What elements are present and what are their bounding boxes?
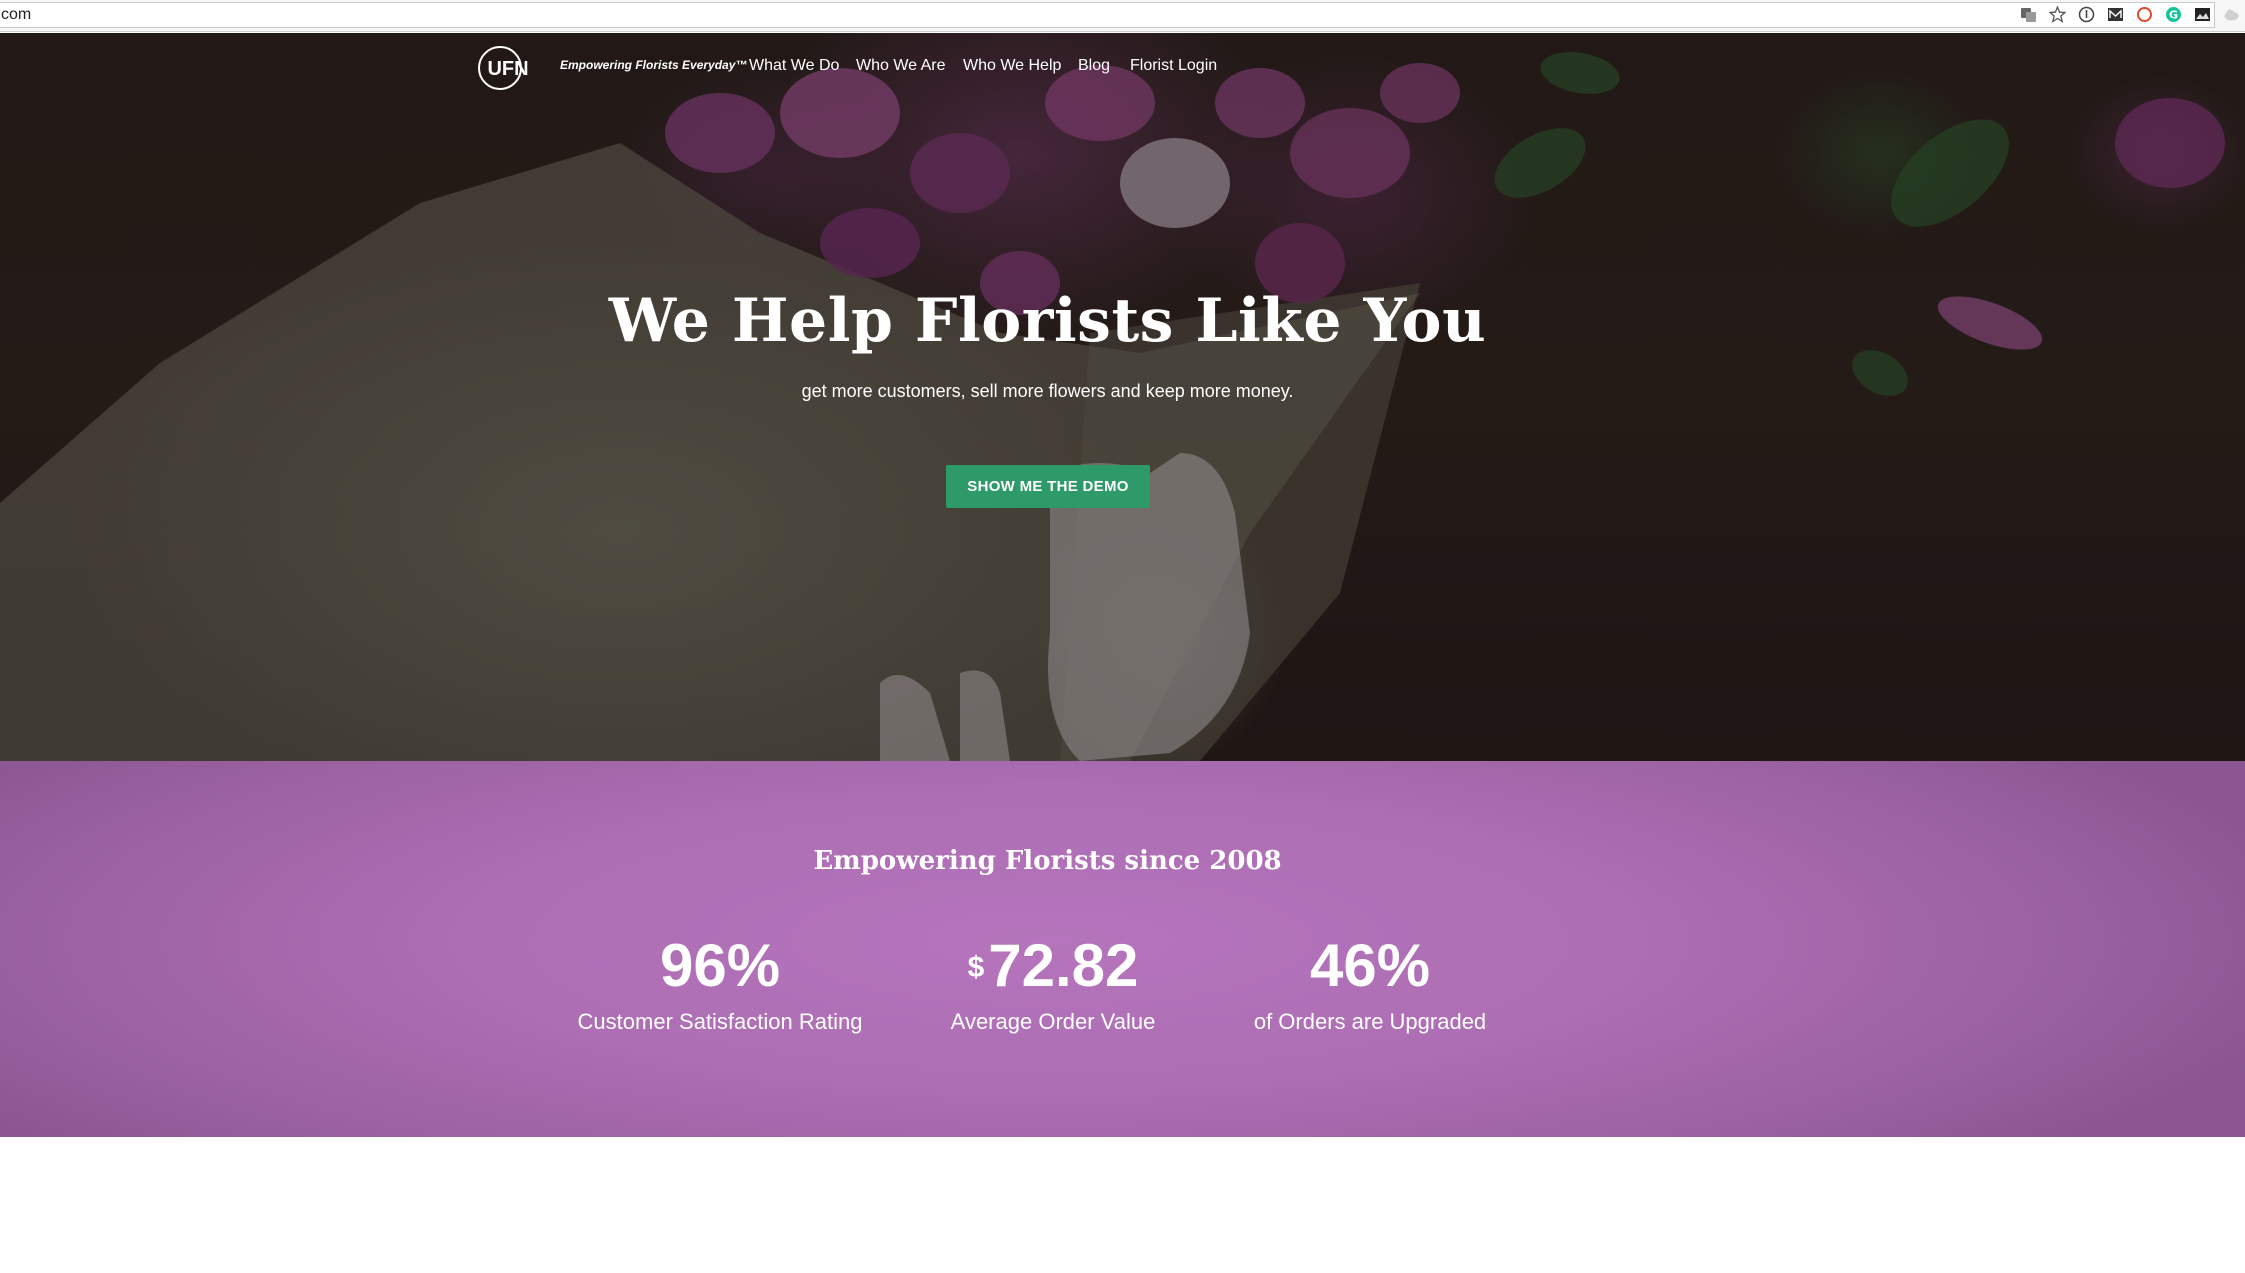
nav-link-who-we-help[interactable]: Who We Help <box>963 57 1061 75</box>
stat-satisfaction: 96% Customer Satisfaction Rating <box>540 931 900 1035</box>
stats-heading: Empowering Florists since 2008 <box>813 846 1282 876</box>
currency-symbol: $ <box>967 951 985 984</box>
browser-toolbar: com G <box>0 0 2245 32</box>
stat-upgraded-orders: 46% of Orders are Upgraded <box>1190 931 1550 1035</box>
stat-label: Average Order Value <box>950 1009 1156 1034</box>
hero-section: UFN Empowering Florists Everyday™ What W… <box>0 33 2245 761</box>
address-bar[interactable]: com <box>0 2 2215 28</box>
svg-text:UFN: UFN <box>487 58 528 80</box>
show-demo-button[interactable]: SHOW ME THE DEMO <box>946 465 1150 508</box>
mail-extension-icon[interactable] <box>2107 6 2124 23</box>
ufn-logo-mark: UFN <box>478 46 529 90</box>
cloud-extension-icon[interactable] <box>2223 6 2240 23</box>
page-blank-area <box>0 1137 2245 1273</box>
browser-extension-icons: G <box>2020 5 2245 23</box>
stat-label: Customer Satisfaction Rating <box>577 1009 863 1034</box>
nav-link-blog[interactable]: Blog <box>1078 57 1110 75</box>
hero-title: We Help Florists Like You <box>608 286 1487 356</box>
nav-link-florist-login[interactable]: Florist Login <box>1130 57 1217 75</box>
svg-text:G: G <box>2169 9 2178 22</box>
main-nav: UFN Empowering Florists Everyday™ What W… <box>0 33 2245 103</box>
stat-number: 46% <box>1309 932 1431 999</box>
stat-number: 96% <box>659 932 781 999</box>
nav-link-what-we-do[interactable]: What We Do <box>749 57 839 75</box>
opera-extension-icon[interactable] <box>2136 6 2153 23</box>
stat-value: 46% <box>1190 931 1550 1001</box>
stat-value: 96% <box>540 931 900 1001</box>
hero-subtitle: get more customers, sell more flowers an… <box>801 381 1294 401</box>
stat-number: 72.82 <box>988 932 1139 999</box>
grammarly-icon[interactable]: G <box>2165 6 2182 23</box>
screenshot-extension-icon[interactable] <box>2194 6 2211 23</box>
stat-average-order: $72.82 Average Order Value <box>873 931 1233 1035</box>
ufn-logo[interactable]: UFN <box>477 45 539 91</box>
translate-icon[interactable] <box>2020 6 2037 23</box>
stat-value: $72.82 <box>873 931 1233 1001</box>
stats-section: Empowering Florists since 2008 96% Custo… <box>0 761 2245 1137</box>
tagline: Empowering Florists Everyday™ <box>560 58 748 72</box>
stat-label: of Orders are Upgraded <box>1253 1009 1487 1034</box>
info-extension-icon[interactable] <box>2078 6 2095 23</box>
nav-link-who-we-are[interactable]: Who We Are <box>856 57 946 75</box>
bookmark-star-icon[interactable] <box>2048 5 2067 23</box>
